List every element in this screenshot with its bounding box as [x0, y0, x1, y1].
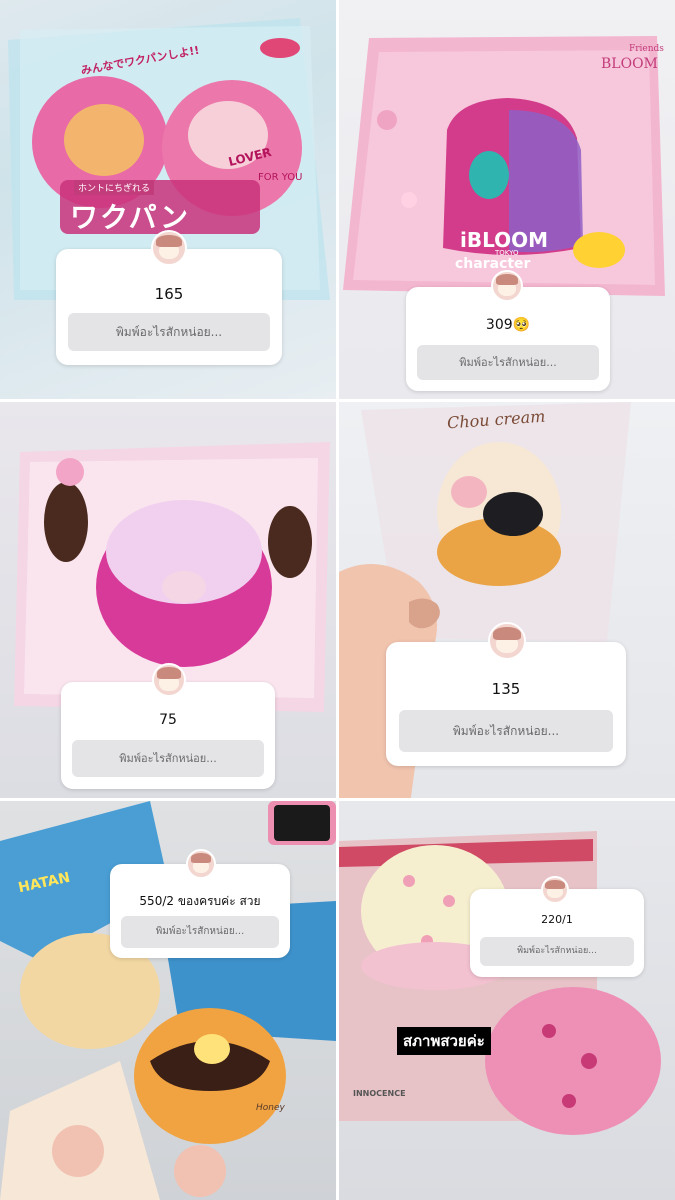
photo-tile-4: Chou cream 135 พิมพ์อะไรสักหน่อย... — [339, 402, 675, 798]
avatar — [541, 876, 569, 904]
answer-text: 309🥺 — [485, 317, 531, 333]
package-bloom: BLOOM — [601, 56, 658, 72]
reply-input[interactable]: พิมพ์อะไรสักหน่อย... — [480, 937, 634, 966]
photo-tile-5: HATAN Honey 550/2 ของครบค่ะ สวย พิมพ์อะไ… — [0, 801, 336, 1200]
answer-card-1: 165 พิมพ์อะไรสักหน่อย... — [56, 249, 282, 365]
answer-text: 165 — [154, 285, 184, 303]
squishy-packages-6 — [339, 831, 661, 1135]
photo-tile-6: INNOCENCE 220/1 พิมพ์อะไรสักหน่อย... สภา… — [339, 801, 675, 1200]
answer-card-4: 135 พิมพ์อะไรสักหน่อย... — [386, 642, 626, 766]
reply-input[interactable]: พิมพ์อะไรสักหน่อย... — [121, 916, 279, 948]
avatar — [151, 230, 187, 266]
photo-tile-3: 75 พิมพ์อะไรสักหน่อย... — [0, 402, 336, 798]
avatar — [491, 270, 523, 302]
avatar — [152, 663, 186, 697]
reply-input[interactable]: พิมพ์อะไรสักหน่อย... — [399, 710, 613, 752]
package-friends: Friends — [629, 44, 664, 54]
avatar — [186, 849, 216, 879]
package-character: character — [455, 256, 531, 272]
answer-text: 550/2 ของครบค่ะ สวย — [139, 894, 261, 908]
answer-card-3: 75 พิมพ์อะไรสักหน่อย... — [61, 682, 275, 789]
reply-input[interactable]: พิมพ์อะไรสักหน่อย... — [417, 345, 599, 380]
squishy-packages-5 — [0, 801, 336, 1200]
photo-tile-2: Friends BLOOM iBLOOM TOKYO character 309… — [339, 0, 675, 399]
package-honey: Honey — [256, 1103, 285, 1113]
answer-text: 75 — [159, 712, 177, 728]
package-sub-text: ホントにちぎれる — [74, 180, 155, 195]
reply-input[interactable]: พิมพ์อะไรสักหน่อย... — [72, 740, 264, 777]
answer-card-2: 309🥺 พิมพ์อะไรสักหน่อย... — [406, 287, 610, 391]
package-innocence: INNOCENCE — [353, 1089, 406, 1098]
package-foryou-text: FOR YOU — [258, 172, 303, 183]
avatar — [488, 622, 526, 660]
answer-text: 220/1 — [541, 913, 573, 926]
reply-input[interactable]: พิมพ์อะไรสักหน่อย... — [68, 313, 270, 351]
photo-tile-1: みんなでワクパンしよ!! ホントにちぎれる ワクパン LOVER FOR YOU… — [0, 0, 336, 399]
answer-text: 135 — [491, 680, 521, 698]
caption-banner: สภาพสวยค่ะ — [397, 1027, 491, 1055]
